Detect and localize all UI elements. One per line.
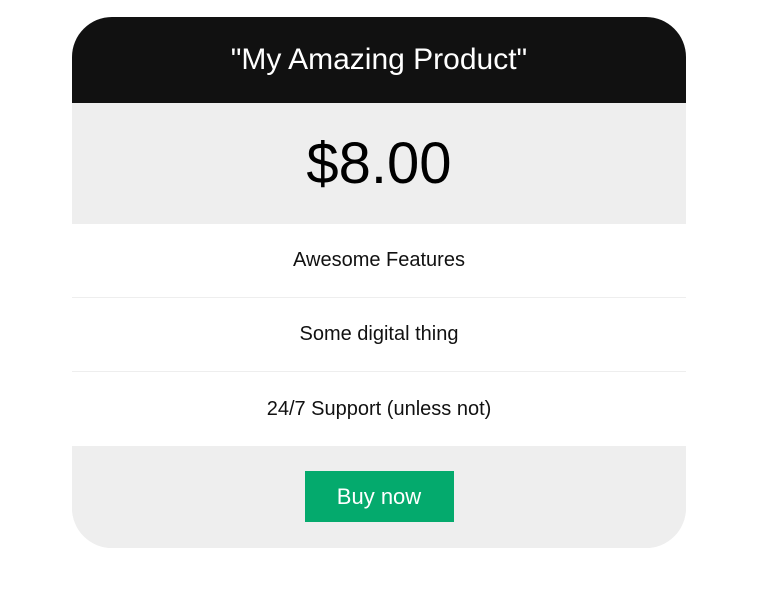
card-footer: Buy now bbox=[72, 446, 686, 548]
feature-label: Awesome Features bbox=[293, 249, 465, 271]
feature-label: Some digital thing bbox=[299, 323, 459, 345]
buy-now-button[interactable]: Buy now bbox=[304, 471, 454, 522]
feature-item: Awesome Features bbox=[72, 224, 686, 298]
feature-label: 24/7 Support (unless not) bbox=[266, 397, 492, 420]
feature-list: Awesome Features Some digital thing 24/7… bbox=[72, 224, 686, 446]
pricing-card: "My Amazing Product" $8.00 Awesome Featu… bbox=[72, 17, 686, 548]
feature-item: Some digital thing bbox=[72, 298, 686, 372]
product-price: $8.00 bbox=[306, 131, 452, 196]
feature-item: 24/7 Support (unless not) bbox=[72, 372, 686, 446]
price-section: $8.00 bbox=[72, 103, 686, 224]
product-title-header: "My Amazing Product" bbox=[72, 17, 686, 103]
product-title: "My Amazing Product" bbox=[230, 43, 528, 76]
